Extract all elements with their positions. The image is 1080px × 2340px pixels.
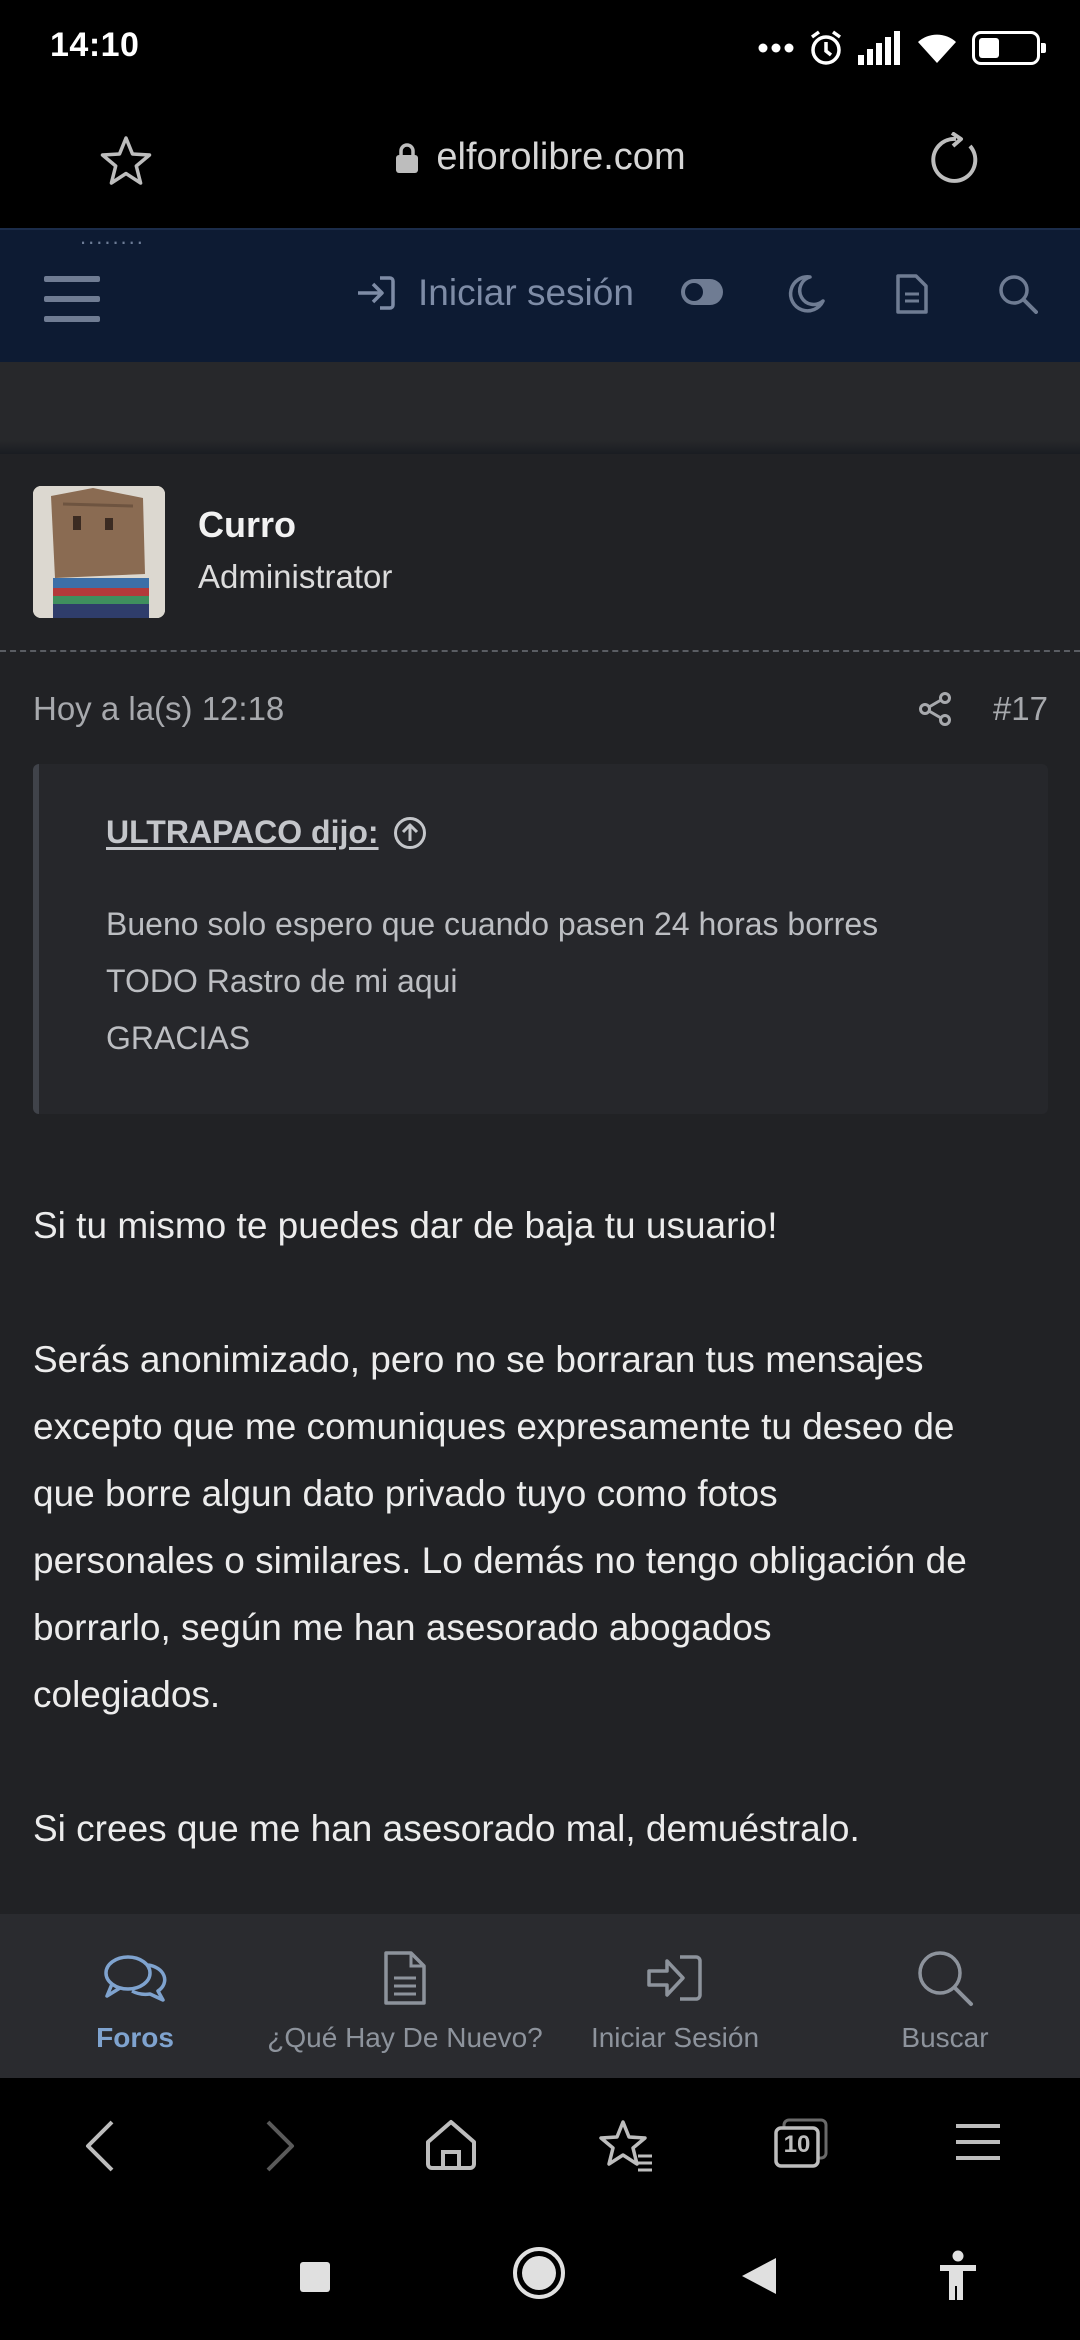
- document-icon: [384, 1951, 426, 2005]
- back-icon[interactable]: [82, 2118, 118, 2174]
- quote-author-link[interactable]: ULTRAPACO dijo:: [106, 814, 379, 851]
- avatar[interactable]: [33, 486, 165, 618]
- accessibility-icon[interactable]: [938, 2250, 978, 2302]
- post-number-link[interactable]: #17: [993, 690, 1048, 728]
- battery-icon: [972, 31, 1046, 65]
- tab-count: 10: [783, 2131, 811, 2158]
- nav-label: Foros: [96, 2022, 174, 2053]
- message-line: Serás anonimizado, pero no se borraran t…: [33, 1339, 924, 1380]
- menu-icon[interactable]: [954, 2118, 1002, 2166]
- nav-item-login[interactable]: Iniciar Sesión: [540, 1914, 810, 2078]
- forum-post: Curro Administrator Hoy a la(s) 12:18 #1…: [0, 454, 1080, 1914]
- header-peek-text: ........: [80, 224, 145, 249]
- more-notifications-icon: [758, 43, 794, 53]
- forum-header: ........ Iniciar sesión: [0, 224, 1080, 362]
- go-to-quoted-icon[interactable]: [393, 816, 427, 850]
- nav-item-foros[interactable]: Foros: [0, 1914, 270, 2078]
- style-toggle-icon[interactable]: [680, 278, 724, 306]
- wifi-icon: [918, 34, 956, 63]
- browser-address-bar: elforolibre.com: [0, 96, 1080, 228]
- share-icon[interactable]: [918, 692, 952, 726]
- message-paragraph: Si tu mismo te puedes dar de baja tu usu…: [33, 1205, 778, 1246]
- header-login-link[interactable]: Iniciar sesión: [356, 272, 634, 314]
- menu-hamburger-icon[interactable]: [44, 274, 100, 324]
- author-role: Administrator: [198, 558, 393, 595]
- status-bar: 14:10: [0, 0, 1080, 96]
- author-name[interactable]: Curro: [198, 504, 296, 546]
- reload-icon[interactable]: [926, 132, 982, 188]
- search-icon: [918, 1951, 973, 2006]
- message-line: borrarlo, según me han asesorado abogado…: [33, 1607, 772, 1648]
- message-paragraph: Si crees que me han asesorado mal, demué…: [33, 1808, 860, 1849]
- status-time: 14:10: [50, 26, 140, 64]
- alarm-icon: [810, 30, 842, 65]
- dark-mode-icon[interactable]: [786, 274, 826, 314]
- nav-item-search[interactable]: Buscar: [810, 1914, 1080, 2078]
- quote-line: GRACIAS: [106, 1020, 251, 1056]
- home-button-icon[interactable]: [512, 2246, 566, 2300]
- sign-in-icon: [358, 276, 395, 310]
- bookmarks-icon[interactable]: [596, 2118, 656, 2174]
- search-icon[interactable]: [998, 274, 1038, 314]
- post-timestamp[interactable]: Hoy a la(s) 12:18: [33, 690, 284, 728]
- lock-icon: [396, 142, 419, 173]
- nav-label: ¿Qué Hay De Nuevo?: [267, 2022, 543, 2053]
- post-author-block: Curro Administrator: [0, 454, 1080, 652]
- forward-icon[interactable]: [262, 2118, 298, 2174]
- home-icon[interactable]: [424, 2118, 478, 2172]
- message-line: excepto que me comuniques expresamente t…: [33, 1406, 955, 1447]
- message-paragraph: Serás anonimizado, pero no se borraran t…: [33, 1326, 1063, 1728]
- quote-block: ULTRAPACO dijo: Bueno solo espero que cu…: [33, 764, 1048, 1114]
- browser-toolbar: 10: [0, 2078, 1080, 2210]
- quote-body: Bueno solo espero que cuando pasen 24 ho…: [106, 896, 878, 1067]
- nav-label: Iniciar Sesión: [590, 2022, 760, 2053]
- system-nav-bar: [0, 2210, 1080, 2340]
- url-text: elforolibre.com: [436, 136, 686, 178]
- battery-level-fill: [979, 38, 999, 58]
- tabs-button[interactable]: 10: [772, 2116, 830, 2172]
- header-login-label: Iniciar sesión: [418, 272, 634, 313]
- signal-icon: [858, 31, 900, 65]
- message-line: personales o similares. Lo demás no teng…: [33, 1540, 967, 1581]
- chat-bubbles-icon: [104, 1955, 167, 2002]
- quote-line: TODO Rastro de mi aqui: [106, 963, 458, 999]
- back-button-icon[interactable]: [740, 2256, 778, 2296]
- status-icons: [758, 26, 1046, 70]
- forum-bottom-nav: Foros ¿Qué Hay De Nuevo? Iniciar Sesión …: [0, 1914, 1080, 2078]
- quote-line: Bueno solo espero que cuando pasen 24 ho…: [106, 906, 879, 942]
- nav-item-whats-new[interactable]: ¿Qué Hay De Nuevo?: [267, 1914, 543, 2078]
- nav-label: Buscar: [901, 2022, 989, 2053]
- whats-new-icon[interactable]: [896, 274, 928, 314]
- url-field[interactable]: elforolibre.com: [0, 136, 1080, 179]
- recents-icon[interactable]: [298, 2260, 332, 2294]
- post-message: Si tu mismo te puedes dar de baja tu usu…: [33, 1192, 1063, 1929]
- quote-header: ULTRAPACO dijo:: [106, 814, 427, 851]
- message-line: colegiados.: [33, 1674, 221, 1715]
- sign-in-icon: [647, 1955, 702, 2001]
- message-line: que borre algun dato privado tuyo como f…: [33, 1473, 778, 1514]
- header-spacer: [0, 362, 1080, 454]
